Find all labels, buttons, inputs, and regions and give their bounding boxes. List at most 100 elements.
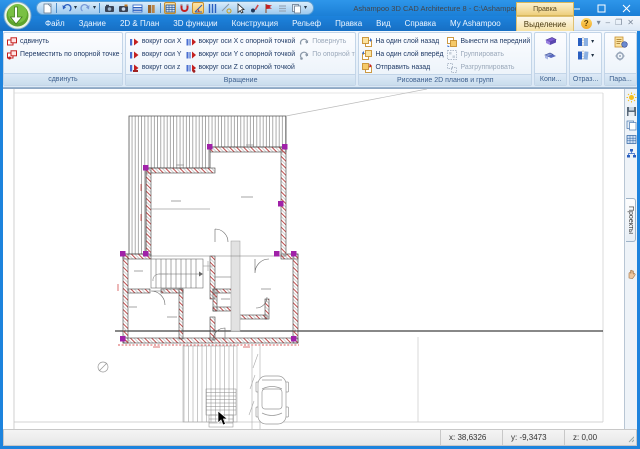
camera-view-icon[interactable] [103, 2, 115, 14]
turn-button[interactable]: Повернуть [299, 35, 356, 48]
copy-multiple-button[interactable] [544, 50, 558, 62]
tab-building[interactable]: Здание [72, 16, 113, 31]
help-icon[interactable]: ? [581, 18, 592, 29]
mirror-horizontal-button[interactable]: ▾ [577, 36, 594, 48]
close-ribbon-icon[interactable]: ✕ [627, 19, 634, 27]
turn-by-reference-icon [299, 50, 309, 60]
rotate-y-reference-label: вокруг оси Y с опорной точкой [199, 51, 296, 58]
project-structure-icon[interactable] [625, 147, 637, 159]
properties-button[interactable] [614, 50, 628, 62]
layer-back-icon [362, 37, 372, 47]
group-move-caption: сдвинуть [4, 73, 122, 85]
tab-file[interactable]: Файл [38, 16, 72, 31]
rotate-x-reference-label: вокруг оси X с опорной точкой [199, 38, 296, 45]
send-back-button[interactable]: Отправить назад [362, 61, 443, 74]
layers-panel-icon[interactable] [131, 2, 143, 14]
group-button[interactable]: Группировать [447, 48, 532, 61]
grid-view-icon[interactable] [625, 133, 637, 145]
rotate-z-button[interactable]: вокруг оси z [129, 61, 182, 74]
layer-forward-icon [362, 50, 372, 60]
status-bar: x: 38,6326 y: -9,3473 z: 0,00 [3, 429, 637, 446]
ribbon-right-controls: ? ▾ – ❐ ✕ [574, 16, 640, 31]
group-mirror: ▾ ▾ Отраз... [569, 32, 602, 86]
group-copy-caption: Копи... [535, 73, 566, 85]
help-dropdown-icon[interactable]: ▾ [597, 19, 601, 27]
mirror-vertical-dropdown-icon[interactable]: ▾ [591, 50, 594, 62]
move-icon [7, 37, 17, 47]
qat-dropdown-icon[interactable]: ▾ [304, 2, 307, 14]
mirror-vertical-button[interactable]: ▾ [577, 50, 594, 62]
rotate-y-reference-button[interactable]: вокруг оси Y с опорной точкой [186, 48, 296, 61]
ungroup-button[interactable]: Разгруппировать [447, 61, 532, 74]
layer-forward-label: На один слой вперёд [375, 51, 443, 58]
properties-gear-icon [614, 50, 628, 62]
rotate-x-button[interactable]: вокруг оси X [129, 35, 182, 48]
maximize-button[interactable] [589, 1, 613, 15]
turn-by-reference-button[interactable]: По опорной точке [299, 48, 356, 61]
tab-help[interactable]: Справка [398, 16, 443, 31]
camera-path-icon[interactable] [117, 2, 129, 14]
layer-forward-button[interactable]: На один слой вперёд [362, 48, 443, 61]
levels-icon[interactable] [276, 2, 288, 14]
catalog-icon[interactable] [145, 2, 157, 14]
grid-toggle-icon[interactable] [164, 2, 176, 14]
tab-construction[interactable]: Конструкция [225, 16, 285, 31]
projects-panel-tab[interactable]: Проекты [626, 198, 636, 242]
tab-edit[interactable]: Правка [328, 16, 369, 31]
move-button[interactable]: сдвинуть [7, 35, 123, 48]
tab-terrain[interactable]: Рельеф [285, 16, 328, 31]
bring-front-label: Вынести на передний план [460, 38, 532, 45]
measure-icon[interactable] [220, 2, 232, 14]
undo-dropdown-icon[interactable]: ▾ [74, 2, 77, 14]
guides-icon[interactable] [206, 2, 218, 14]
pan-hand-icon[interactable] [625, 268, 637, 280]
angle-snap-icon[interactable] [192, 2, 204, 14]
tab-view[interactable]: Вид [369, 16, 397, 31]
parameters-button[interactable] [614, 36, 628, 48]
quick-access-toolbar: ▾ ▾ ▾ [36, 1, 314, 15]
ribbon-tab-row: Файл Здание 2D & План 3D функции Констру… [0, 16, 640, 31]
group-parameters: Пара... [604, 32, 637, 86]
move-by-reference-button[interactable]: Переместить по опорной точке <r> [7, 48, 123, 61]
group-draw-2d: На один слой назад На один слой вперёд О… [358, 32, 532, 86]
mirror-vertical-icon [577, 50, 590, 62]
tab-2d-plan[interactable]: 2D & План [113, 16, 166, 31]
rotate-z-reference-button[interactable]: вокруг оси Z с опорной точкой [186, 61, 296, 74]
new-document-icon[interactable] [41, 2, 53, 14]
qat-separator [56, 3, 57, 13]
status-z-coordinate: z: 0,00 [564, 430, 626, 445]
rotate-y-label: вокруг оси Y [142, 51, 182, 58]
flag-icon[interactable] [262, 2, 274, 14]
app-logo-button[interactable] [3, 1, 32, 30]
bring-front-button[interactable]: Вынести на передний план [447, 35, 532, 48]
group-mirror-caption: Отраз... [570, 73, 601, 85]
copy-mode-icon[interactable] [290, 2, 302, 14]
layer-back-button[interactable]: На один слой назад [362, 35, 443, 48]
copy-view-icon[interactable] [625, 119, 637, 131]
minimize-ribbon-icon[interactable]: – [606, 19, 610, 27]
group-parameters-caption: Пара... [605, 73, 636, 85]
pointer-icon[interactable] [234, 2, 246, 14]
resize-grip[interactable] [626, 430, 636, 445]
copy-button[interactable] [544, 36, 558, 48]
redo-dropdown-icon[interactable]: ▾ [93, 2, 96, 14]
turn-label: Повернуть [312, 38, 346, 45]
marker-icon[interactable] [248, 2, 260, 14]
drawing-canvas[interactable] [3, 89, 624, 429]
snap-magnet-icon[interactable] [178, 2, 190, 14]
rotate-z-label: вокруг оси z [142, 64, 181, 71]
save-view-icon[interactable] [625, 105, 637, 117]
qat-separator [160, 3, 161, 13]
rotate-y-button[interactable]: вокруг оси Y [129, 48, 182, 61]
tab-my-ashampoo[interactable]: My Ashampoo [443, 16, 508, 31]
tab-3d-functions[interactable]: 3D функции [166, 16, 224, 31]
redo-icon[interactable] [79, 2, 91, 14]
rotate-x-reference-button[interactable]: вокруг оси X с опорной точкой [186, 35, 296, 48]
undo-icon[interactable] [60, 2, 72, 14]
group-move: сдвинуть Переместить по опорной точке <r… [3, 32, 123, 86]
render-settings-icon[interactable] [625, 91, 637, 103]
restore-ribbon-icon[interactable]: ❐ [615, 19, 622, 27]
tab-selection[interactable]: Выделение Правка [516, 16, 574, 31]
mirror-horizontal-dropdown-icon[interactable]: ▾ [591, 36, 594, 48]
close-button[interactable] [614, 1, 638, 15]
